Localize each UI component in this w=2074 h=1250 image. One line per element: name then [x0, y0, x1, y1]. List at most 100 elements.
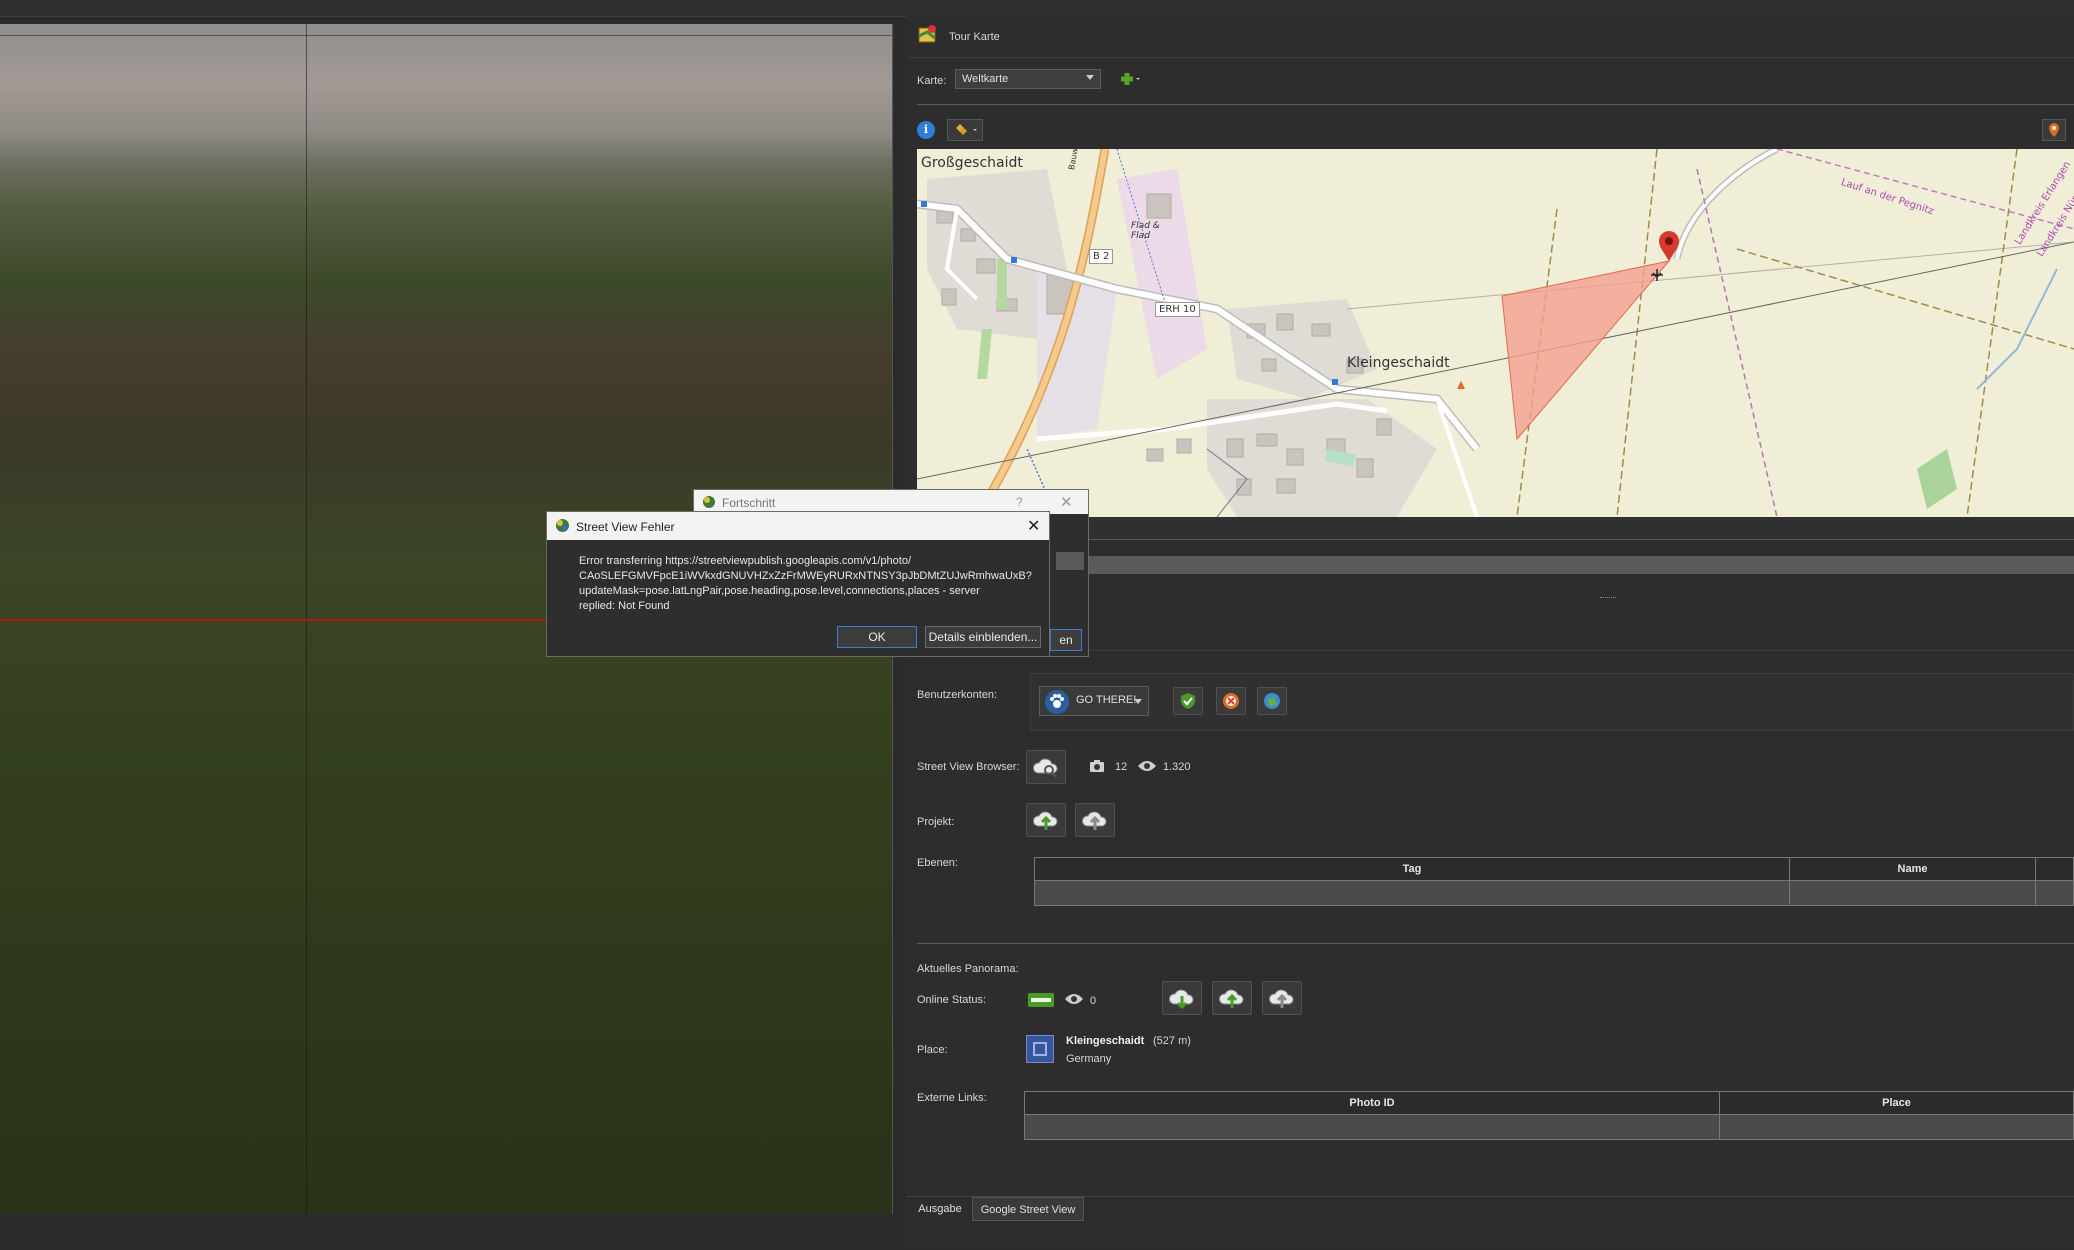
error-message-line: CAoSLEFGMVFpcE1iWVkxdGNUVHZxZzFrMWEyRURx… — [579, 570, 1032, 582]
place-name[interactable]: Kleingeschaidt — [1066, 1035, 1144, 1047]
map-view[interactable]: Großgeschaidt Kleingeschaidt B 2 ERH 10 … — [917, 149, 2074, 517]
place-country: Germany — [1066, 1053, 1112, 1065]
map-label-erh10: ERH 10 — [1155, 302, 1200, 317]
cloud-update-icon — [1268, 989, 1294, 1008]
account-web-button[interactable] — [1257, 687, 1287, 715]
update-button[interactable] — [1262, 981, 1302, 1015]
splitter-handle[interactable] — [1600, 597, 1616, 600]
table-cell — [1034, 880, 1790, 906]
links-col-place[interactable]: Place — [1719, 1091, 2074, 1115]
horizon-marker-line — [0, 619, 560, 621]
layers-col-extra[interactable] — [2035, 857, 2074, 881]
error-message: Error transferring https://streetviewpub… — [579, 554, 1047, 614]
help-button[interactable]: ? — [1016, 495, 1023, 509]
horizon-guide-line — [0, 35, 892, 36]
map-label-flad: Flad & Flad — [1131, 221, 1160, 241]
online-view-count: 0 — [1090, 995, 1097, 1007]
links-header-row: Photo ID Place — [1024, 1091, 2074, 1115]
map-statusbar — [917, 517, 2074, 540]
map-select[interactable]: Weltkarte — [955, 69, 1101, 89]
app-icon — [702, 495, 716, 509]
panel-title: Tour Karte — [949, 31, 1000, 43]
cloud-upload-icon — [1218, 989, 1244, 1008]
layers-col-tag[interactable]: Tag — [1034, 857, 1790, 881]
place-icon[interactable] — [1026, 1035, 1054, 1063]
links-col-photo-id[interactable]: Photo ID — [1024, 1091, 1720, 1115]
remove-badge-icon — [1223, 693, 1239, 709]
info-icon[interactable]: i — [917, 121, 935, 139]
close-icon[interactable]: ✕ — [1027, 516, 1040, 536]
upload-button[interactable] — [1212, 981, 1252, 1015]
map-label-kleingeschaidt: Kleingeschaidt — [1347, 355, 1450, 371]
account-verify-button[interactable] — [1173, 687, 1203, 715]
cloud-publish-icon — [1081, 811, 1107, 830]
map-label-b2: B 2 — [1089, 249, 1114, 264]
error-dialog-titlebar[interactable]: Street View Fehler ✕ — [547, 512, 1049, 540]
account-remove-button[interactable] — [1216, 687, 1246, 715]
app-icon — [555, 518, 570, 533]
place-label: Place: — [917, 1044, 948, 1056]
layers-table[interactable]: Tag Name — [1034, 857, 2074, 906]
tour-map-icon — [917, 24, 939, 46]
accounts-label: Benutzerkonten: — [917, 689, 998, 701]
title-strip — [0, 0, 2074, 17]
photo-count: 12 — [1115, 761, 1128, 773]
progress-dialog-title: Fortschritt — [722, 496, 776, 510]
street-view-browser-button[interactable] — [1026, 750, 1066, 784]
place-altitude: (527 m) — [1153, 1035, 1191, 1047]
error-message-line: replied: Not Found — [579, 600, 670, 612]
browser-label: Street View Browser: — [917, 761, 1020, 773]
camera-icon — [1089, 759, 1105, 773]
table-cell — [1789, 880, 2036, 906]
paw-icon — [1045, 690, 1069, 714]
layers-header-row: Tag Name — [1034, 857, 2074, 881]
table-row[interactable] — [1034, 880, 2074, 906]
eye-icon — [1137, 759, 1157, 773]
tab-google-street-view[interactable]: Google Street View — [972, 1197, 1084, 1221]
map-select-value: Weltkarte — [962, 73, 1009, 85]
project-publish-button[interactable] — [1075, 803, 1115, 837]
account-select[interactable]: GO THERE! — [1039, 686, 1149, 716]
eye-icon — [1064, 992, 1084, 1006]
online-status-label: Online Status: — [917, 994, 987, 1006]
close-icon[interactable]: ✕ — [1060, 493, 1073, 511]
layers-col-name[interactable]: Name — [1789, 857, 2036, 881]
ok-button[interactable]: OK — [837, 626, 917, 648]
download-button[interactable] — [1162, 981, 1202, 1015]
external-links-label: Externe Links: — [917, 1092, 987, 1104]
project-upload-button[interactable] — [1026, 803, 1066, 837]
chevron-down-icon — [1086, 75, 1094, 80]
error-dialog: Street View Fehler ✕ Error transferring … — [546, 511, 1050, 657]
table-row[interactable] — [1024, 1114, 2074, 1140]
header-divider — [907, 57, 2074, 58]
table-cell — [2035, 880, 2074, 906]
cloud-search-icon — [1032, 758, 1058, 778]
map-divider — [917, 104, 2074, 105]
add-map-button[interactable] — [1115, 68, 1141, 90]
error-message-line: updateMask=pose.latLngPair,pose.heading,… — [579, 585, 980, 597]
view-count: 1.320 — [1163, 761, 1191, 773]
table-cell — [1024, 1114, 1720, 1140]
project-label: Projekt: — [917, 816, 955, 828]
cloud-download-icon — [1168, 989, 1194, 1010]
progress-dialog-button-label: en — [1059, 633, 1073, 647]
progress-bar — [1056, 552, 1084, 570]
map-pin-button[interactable] — [2042, 119, 2066, 141]
map-layers-button[interactable] — [947, 119, 983, 141]
chevron-down-icon — [1134, 699, 1142, 704]
progress-dialog-button[interactable]: en — [1050, 629, 1082, 651]
map-label-grossgeschaidt: Großgeschaidt — [921, 155, 1023, 171]
error-dialog-title: Street View Fehler — [576, 520, 675, 534]
current-panorama-label: Aktuelles Panorama: — [917, 963, 1019, 975]
section-divider-2 — [917, 943, 2074, 944]
globe-icon — [1264, 693, 1280, 709]
section-divider-1 — [917, 650, 2074, 651]
account-select-value: GO THERE! — [1076, 694, 1137, 706]
show-details-button[interactable]: Details einblenden... — [925, 626, 1041, 648]
tab-ausgabe[interactable]: Ausgabe — [912, 1197, 968, 1221]
layers-label: Ebenen: — [917, 857, 958, 869]
cloud-upload-icon — [1032, 811, 1058, 830]
external-links-table[interactable]: Photo ID Place — [1024, 1091, 2074, 1140]
progress-bar-track — [1050, 556, 2074, 574]
ok-button-label: OK — [868, 630, 886, 644]
